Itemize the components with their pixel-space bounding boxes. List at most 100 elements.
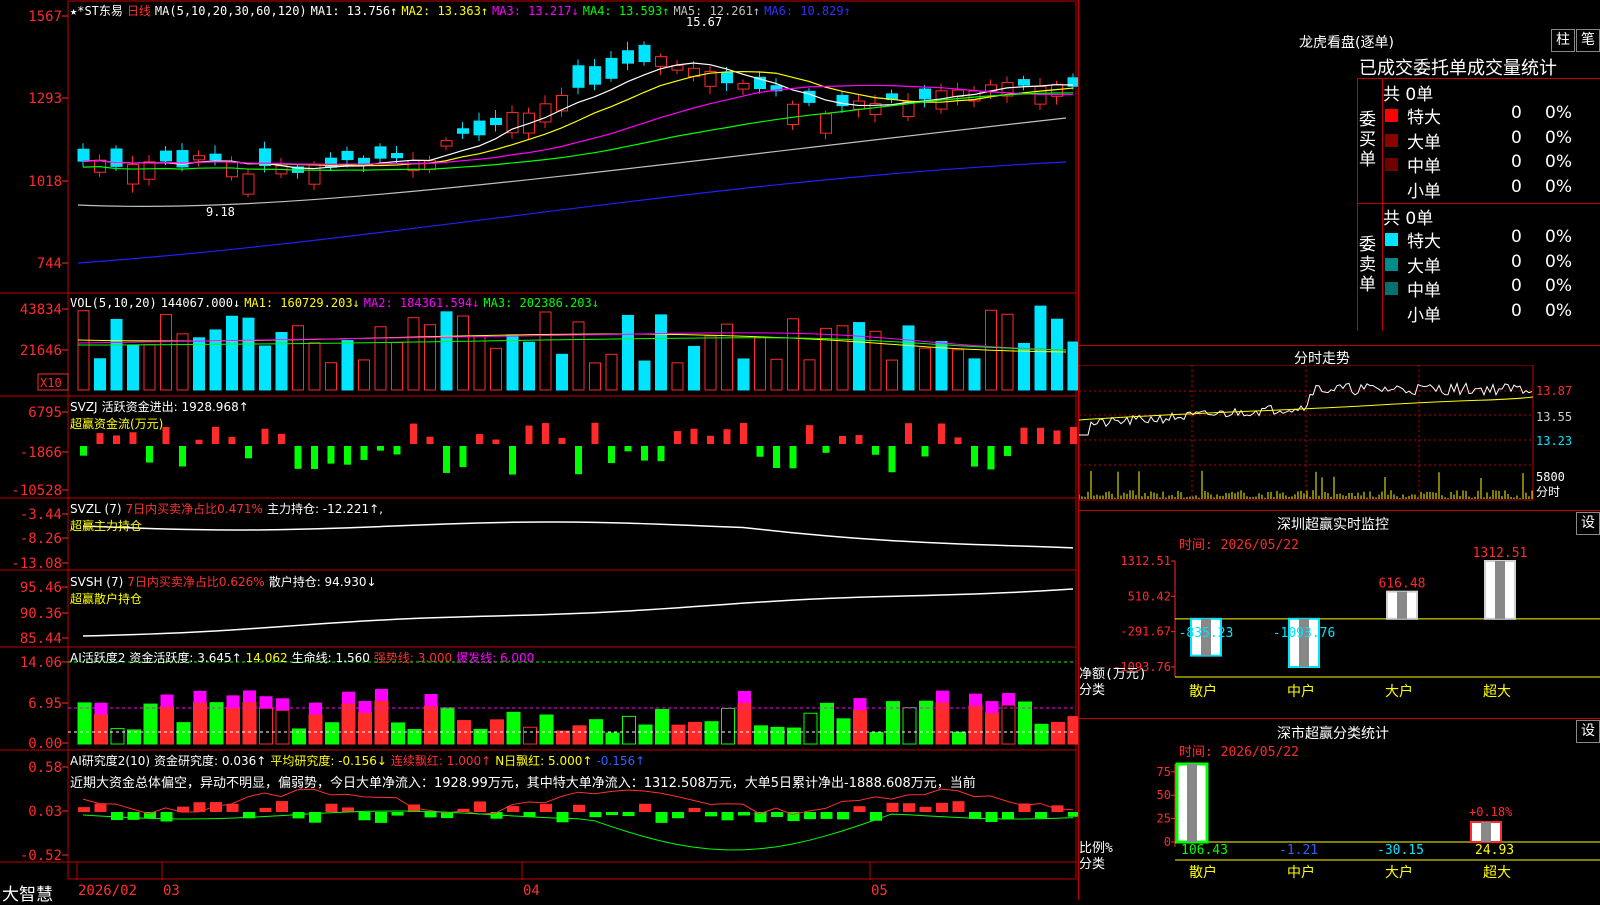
ai1-bar [721,707,735,745]
svzj-bar [278,433,285,444]
svzj-y-tick: -10528 [11,483,62,499]
ai2-bar [705,812,717,817]
monitor-bar-label: -835.23 [1179,626,1234,641]
svzj-bar [921,446,929,457]
ai2-bar [952,801,965,812]
svsh-sub: 超赢散户持仓 [70,592,143,606]
ai1-bar [308,714,323,745]
volume-bar [605,353,618,391]
ai1-bar [1067,716,1078,745]
volume-bar [374,326,387,391]
candle-body [622,50,634,64]
monitor-chart: 时间: 2026/05/22 1312.51 510.42 -291.67 -1093.… [1079,538,1600,700]
kline-y-tick: 1018 [28,174,62,190]
ai1-bar [902,707,917,745]
ai2-caption: AI研究度2(10) [70,754,151,768]
ai2-bar [391,812,404,816]
period-label[interactable]: 日线 [127,4,151,18]
volume-bar [638,360,651,391]
ai2-header: AI研究度2(10) 资金研究度: 0.036↑ 平均研究度: -0.156↓ 连续飘… [70,752,649,769]
monitor-settings-button[interactable]: 设 [1576,512,1600,535]
ai2-label5: -0.156↑ [596,754,646,768]
ai1-bar [77,702,92,745]
monitor-bar-stripe [1397,591,1407,619]
ma-label-5: MA5: 12.261↑ [673,4,761,18]
lhb-heading: 已成交委托单成交量统计 [1359,58,1557,79]
ai1-bar [638,724,653,745]
ai2-y-tick: 0.03 [28,804,62,820]
buy-row-count-2: 0 [1511,152,1522,172]
ai2-label4: N日飘红: 5.000↑ [495,754,593,768]
svzl-y-tick: -8.26 [20,531,62,547]
lhb-bar-toggle[interactable]: 柱 [1551,29,1575,52]
svsh-label2: 散户持仓: 94.930↓ [268,575,377,589]
ai1-bar [226,706,240,745]
monitor-y-tick: 510.42 [1128,589,1171,603]
buy-row-label-2: 中单 [1407,157,1441,177]
classify-chart: 时间: 2026/05/22 75 50 25 0 +0.18% 106.43 -1.21 -3… [1079,745,1600,881]
low-price-label: 9.18 [206,205,235,219]
lhb-tick-toggle[interactable]: 笔 [1576,29,1600,52]
svzj-bar [311,446,318,469]
ai1-bar [325,722,339,745]
ai1-bar [176,722,191,745]
stock-name[interactable]: ★*ST东易 [70,4,123,18]
svzj-bar [129,432,137,444]
classify-y-tick: 75 [1157,765,1171,779]
ai1-bar [935,702,950,745]
classify-value-2: -30.15 [1377,843,1424,858]
ai2-bar [375,812,387,823]
ai2-bar [606,812,618,816]
ai2-label1: 资金研究度: 0.036↑ [154,754,267,768]
ai1-bar [242,701,257,745]
volume-bar [935,341,948,391]
ai1-bar-cap [276,698,289,711]
svzj-bar [575,446,582,475]
ai1-bar [341,703,356,745]
candle-body [391,153,403,159]
svzj-bar [558,437,566,444]
buy-row-label-3: 小单 [1407,181,1441,202]
ai2-green-line [82,810,1074,851]
svzj-bar [476,434,483,444]
svzj-bar [971,446,978,467]
candle-body [1018,79,1030,86]
volume-bar [226,315,238,391]
svzj-bar [525,425,533,444]
ai1-bar-cap [358,700,372,713]
monitor-cat-label: 大户 [1385,683,1413,700]
svzj-bar [195,439,203,444]
ai1-bar [407,729,422,745]
sell-row-swatch-2 [1385,282,1398,295]
svsh-header: SVSH (7) 7日内买卖净占比0.626% 散户持仓: 94.930↓ 超赢散户… [70,573,381,607]
classify-cat-2: 大户 [1385,864,1413,881]
classify-title: 深市超赢分类统计 [1277,726,1389,742]
ai1-bar [110,728,125,745]
ai1-bar-cap [243,690,256,703]
sell-row-pct-1: 0% [1545,251,1572,272]
fenshi-chart[interactable]: 13.87 13.55 13.23 5800分时 [1079,365,1600,510]
candle-body [193,155,205,161]
classify-y-tick: 25 [1157,812,1171,826]
monitor-cat-label: 散户 [1189,683,1217,700]
classify-settings-button[interactable]: 设 [1576,720,1600,743]
volume-bar [440,311,453,391]
candle-body [1034,86,1047,105]
monitor-xlabel: 分类 [1079,683,1105,698]
volume-bar [671,362,684,391]
monitor-y-tick: -291.67 [1120,625,1171,639]
volume-bar [1001,313,1014,391]
ai2-bar [985,812,998,822]
sell-row-swatch-0 [1385,233,1398,246]
monitor-bar-label: 1312.51 [1473,546,1528,561]
ai1-bar-cap [985,701,999,714]
candle-body [506,111,519,134]
sell-row-pct-2: 0% [1545,276,1572,296]
ai2-bar [556,812,569,823]
ai2-bar [672,812,684,819]
ai2-bar [540,803,552,812]
classify-y-tick: 50 [1157,788,1171,802]
kline-y-tick: 744 [37,256,62,272]
monitor-bar-stripe [1495,561,1505,619]
volume-bar [688,345,700,391]
